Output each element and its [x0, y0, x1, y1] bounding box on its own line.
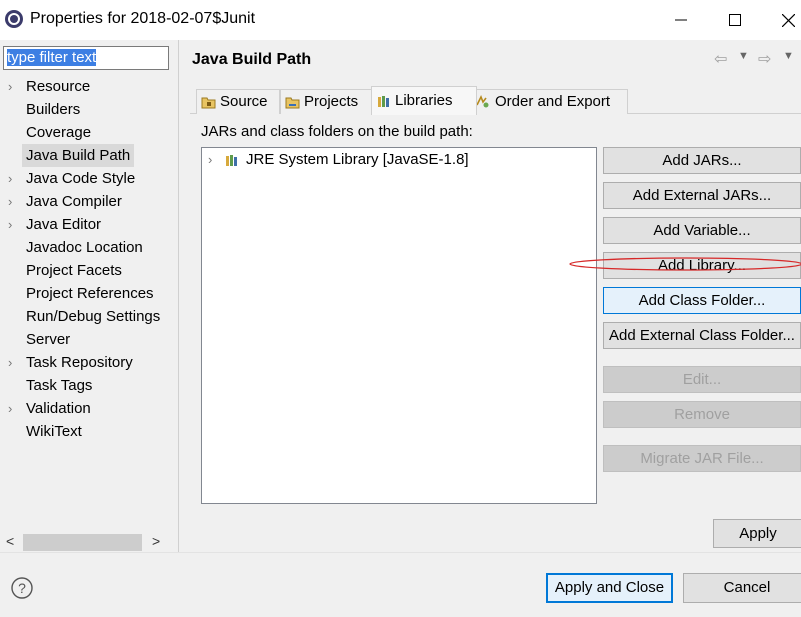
help-icon[interactable]: ? [11, 577, 33, 599]
property-page-list: › Resource Builders Coverage Java Build P… [0, 75, 178, 443]
filter-input-text: type filter text [7, 49, 97, 66]
tree-item-jre-system-library[interactable]: › JRE System Library [JavaSE-1.8] [208, 151, 469, 168]
migrate-jar-button[interactable]: Migrate JAR File... [603, 445, 801, 472]
sidebar-item-run-debug-settings[interactable]: Run/Debug Settings [0, 305, 178, 328]
sidebar-item-java-editor[interactable]: › Java Editor [0, 213, 178, 236]
order-export-icon [476, 95, 489, 108]
chevron-right-icon[interactable]: › [8, 190, 20, 213]
page-title: Java Build Path [192, 51, 312, 68]
scroll-right-icon[interactable]: > [152, 533, 160, 549]
libraries-description: JARs and class folders on the build path… [201, 123, 473, 140]
chevron-right-icon[interactable]: › [8, 397, 20, 420]
sidebar-item-java-build-path[interactable]: Java Build Path [0, 144, 178, 167]
tab-order-and-export[interactable]: Order and Export [470, 89, 628, 114]
add-variable-button[interactable]: Add Variable... [603, 217, 801, 244]
filter-input[interactable]: type filter text [3, 46, 169, 70]
maximize-button[interactable] [710, 0, 760, 40]
minimize-button[interactable] [656, 0, 706, 40]
sidebar-item-server[interactable]: Server [0, 328, 178, 351]
add-external-class-folder-button[interactable]: Add External Class Folder... [603, 322, 801, 349]
add-external-jars-button[interactable]: Add External JARs... [603, 182, 801, 209]
sidebar-item-label: Java Editor [26, 216, 102, 233]
sidebar-item-label: Project References [26, 285, 154, 302]
cancel-button[interactable]: Cancel [683, 573, 801, 603]
remove-button[interactable]: Remove [603, 401, 801, 428]
libraries-icon [378, 96, 389, 107]
tab-libraries[interactable]: Libraries [371, 86, 477, 115]
chevron-right-icon[interactable]: › [208, 152, 218, 167]
projects-icon [285, 97, 300, 108]
apply-button[interactable]: Apply [713, 519, 801, 548]
tab-label: Libraries [395, 92, 453, 109]
maximize-icon [729, 14, 741, 26]
dialog-footer [0, 552, 801, 617]
sidebar-item-coverage[interactable]: Coverage [0, 121, 178, 144]
close-button[interactable] [768, 0, 801, 40]
sidebar-item-label: Server [26, 331, 71, 348]
sidebar-item-resource[interactable]: › Resource [0, 75, 178, 98]
sidebar-item-wikitext[interactable]: WikiText [0, 420, 178, 443]
add-library-button[interactable]: Add Library... [603, 252, 801, 279]
tab-projects[interactable]: Projects [280, 89, 376, 114]
sidebar-item-label: Task Repository [26, 354, 133, 371]
chevron-right-icon[interactable]: › [8, 213, 20, 236]
library-icon [226, 154, 237, 166]
sidebar-item-label: Javadoc Location [26, 239, 143, 256]
tab-label: Source [220, 93, 268, 110]
sidebar-item-project-references[interactable]: Project References [0, 282, 178, 305]
libraries-tree[interactable] [201, 147, 597, 504]
sidebar-item-label: WikiText [26, 423, 82, 440]
sidebar-item-java-compiler[interactable]: › Java Compiler [0, 190, 178, 213]
tree-item-label: JRE System Library [JavaSE-1.8] [246, 151, 469, 168]
sidebar-item-builders[interactable]: Builders [0, 98, 178, 121]
sidebar-item-javadoc-location[interactable]: Javadoc Location [0, 236, 178, 259]
tab-label: Order and Export [495, 93, 611, 110]
eclipse-icon [5, 10, 23, 28]
sidebar-item-label: Resource [26, 78, 91, 95]
close-icon [781, 13, 795, 27]
edit-button[interactable]: Edit... [603, 366, 801, 393]
help-glyph: ? [18, 580, 26, 596]
scroll-left-icon[interactable]: < [6, 533, 14, 549]
sidebar-item-java-code-style[interactable]: › Java Code Style [0, 167, 178, 190]
sidebar-item-task-repository[interactable]: › Task Repository [0, 351, 178, 374]
add-class-folder-button[interactable]: Add Class Folder... [603, 287, 801, 314]
sidebar-item-task-tags[interactable]: Task Tags [0, 374, 178, 397]
chevron-right-icon[interactable]: › [8, 351, 20, 374]
pane-splitter[interactable] [178, 40, 179, 552]
tab-label: Projects [304, 93, 359, 110]
sidebar-item-label: Coverage [26, 124, 92, 141]
sidebar-item-label: Run/Debug Settings [26, 308, 161, 325]
minimize-icon [675, 19, 687, 21]
sidebar-item-label: Builders [26, 101, 81, 118]
chevron-right-icon[interactable]: › [8, 167, 20, 190]
sidebar-item-project-facets[interactable]: Project Facets [0, 259, 178, 282]
back-menu-icon[interactable]: ▼ [738, 50, 749, 62]
back-arrow-icon[interactable]: ⇦ [714, 49, 727, 69]
forward-arrow-icon[interactable]: ⇨ [758, 49, 771, 69]
window-title: Properties for 2018-02-07$Junit [30, 10, 256, 27]
scrollbar-thumb[interactable] [23, 534, 142, 551]
tab-source[interactable]: Source [196, 89, 280, 114]
chevron-right-icon[interactable]: › [8, 75, 20, 98]
sidebar-item-validation[interactable]: › Validation [0, 397, 178, 420]
sidebar-item-label: Java Compiler [26, 193, 122, 210]
add-jars-button[interactable]: Add JARs... [603, 147, 801, 174]
sidebar-item-label: Validation [26, 400, 91, 417]
apply-and-close-button[interactable]: Apply and Close [546, 573, 673, 603]
sidebar-item-label: Project Facets [26, 262, 122, 279]
forward-menu-icon[interactable]: ▼ [783, 50, 794, 62]
source-folder-icon [201, 97, 216, 108]
sidebar-item-label: Java Build Path [22, 144, 135, 167]
sidebar-item-label: Task Tags [26, 377, 93, 394]
sidebar-item-label: Java Code Style [26, 170, 136, 187]
